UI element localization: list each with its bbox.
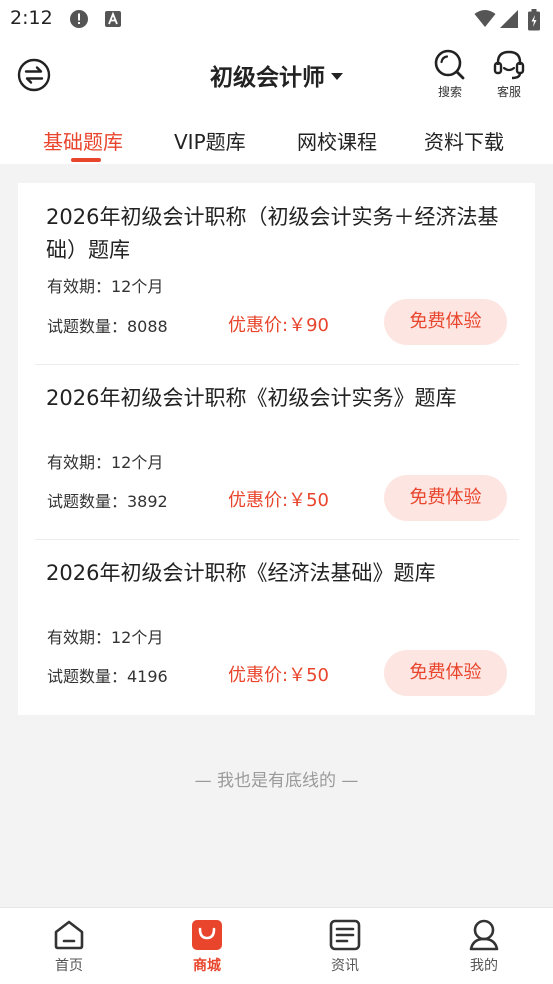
page-title: 初级会计师: [210, 65, 325, 91]
category-tabs: 基础题库 VIP题库 网校课程 资料下载: [0, 110, 553, 164]
signal-icon: [499, 9, 519, 33]
nav-profile[interactable]: 我的: [444, 918, 524, 975]
end-of-list-note: — 我也是有底线的 —: [194, 771, 359, 791]
product-item[interactable]: 2026年初级会计职称《经济法基础》题库 有效期：12个月 试题数量：4196 …: [18, 540, 535, 715]
nav-profile-label: 我的: [470, 958, 498, 974]
status-time: 2:12: [10, 7, 53, 29]
product-price: 优惠价:￥50: [228, 490, 329, 511]
active-tab-indicator: [71, 158, 101, 162]
search-label: 搜索: [437, 85, 462, 99]
caret-down-icon: [331, 73, 343, 80]
news-icon: [329, 919, 361, 951]
battery-icon: [528, 9, 540, 35]
product-name: 2026年初级会计职称（初级会计实务＋经济法基础）题库: [46, 205, 499, 262]
product-validity: 有效期：12个月: [47, 277, 164, 296]
search-button[interactable]: 搜索: [428, 48, 472, 100]
tab-material-downloads[interactable]: 资料下载: [424, 126, 504, 155]
product-validity: 有效期：12个月: [47, 453, 164, 472]
tab-vip-question-bank[interactable]: VIP题库: [174, 126, 246, 155]
status-bar: 2:12: [0, 0, 553, 38]
product-question-count: 试题数量：4196: [47, 667, 168, 686]
tab-online-courses[interactable]: 网校课程: [297, 126, 377, 155]
product-validity: 有效期：12个月: [47, 628, 164, 647]
free-trial-button[interactable]: 免费体验: [384, 475, 507, 521]
product-question-count: 试题数量：8088: [47, 317, 168, 336]
nav-shop[interactable]: 商城: [167, 918, 247, 975]
service-label: 客服: [496, 85, 521, 99]
search-icon: [434, 49, 465, 80]
product-item[interactable]: 2026年初级会计职称《初级会计实务》题库 有效期：12个月 试题数量：3892…: [18, 365, 535, 540]
shop-icon: [192, 920, 222, 950]
headset-icon: [493, 50, 525, 80]
product-name: 2026年初级会计职称《初级会计实务》题库: [46, 386, 457, 410]
product-question-count: 试题数量：3892: [47, 492, 168, 511]
alert-icon: [69, 9, 89, 33]
product-price: 优惠价:￥90: [228, 315, 329, 336]
nav-news[interactable]: 资讯: [305, 918, 385, 975]
product-name: 2026年初级会计职称《经济法基础》题库: [46, 561, 436, 585]
nav-home-label: 首页: [55, 958, 83, 974]
nav-shop-label: 商城: [193, 958, 221, 974]
bottom-nav: 首页 商城 资讯 我的: [0, 907, 553, 984]
app-header: 初级会计师 搜索 客服: [0, 38, 553, 110]
wifi-icon: [474, 9, 496, 33]
free-trial-button[interactable]: 免费体验: [384, 650, 507, 696]
home-icon: [54, 920, 84, 950]
product-list: 2026年初级会计职称（初级会计实务＋经济法基础）题库 有效期：12个月 试题数…: [18, 183, 535, 715]
customer-service-button[interactable]: 客服: [487, 48, 531, 100]
product-price: 优惠价:￥50: [228, 665, 329, 686]
nav-home[interactable]: 首页: [29, 918, 109, 975]
nav-news-label: 资讯: [331, 958, 359, 974]
accessibility-icon: [104, 9, 122, 33]
product-item[interactable]: 2026年初级会计职称（初级会计实务＋经济法基础）题库 有效期：12个月 试题数…: [18, 183, 535, 358]
tab-basic-question-bank[interactable]: 基础题库: [43, 126, 123, 155]
profile-icon: [469, 919, 499, 951]
free-trial-button[interactable]: 免费体验: [384, 299, 507, 345]
